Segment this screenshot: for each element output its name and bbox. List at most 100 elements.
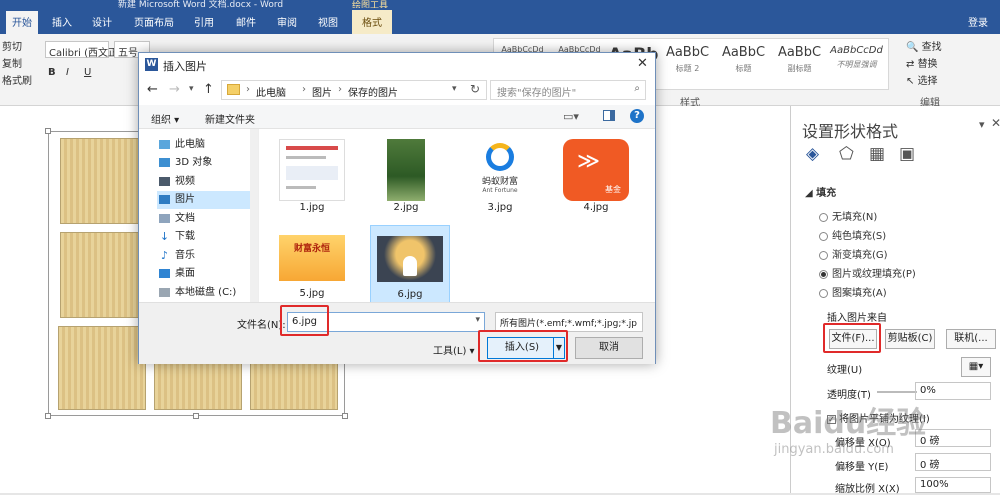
scale-x-input[interactable]: 100% [915,477,991,493]
online-button[interactable]: 联机(... [946,329,996,349]
fill-line-icon[interactable]: ◈ [806,144,819,164]
font-name-select[interactable]: Calibri (西文正 [45,41,118,59]
tab-references[interactable]: 引用 [194,14,214,29]
gradient-fill-radio[interactable]: 渐变填充(G) [819,246,888,261]
tab-layout[interactable]: 页面布局 [134,14,174,29]
tab-format[interactable]: 格式 [352,10,392,35]
picture-icon[interactable]: ▣ [899,144,915,164]
thumbnail-ant-fortune: 蚂蚁财富 Ant Fortune [467,139,533,201]
refresh-icon[interactable]: ↻ [470,82,480,96]
search-input[interactable]: 搜索"保存的图片" ⌕ [490,80,646,100]
layout-properties-icon[interactable]: ▦ [869,144,885,164]
replace-button[interactable]: ⇄ 替换 [906,55,938,70]
transparency-slider[interactable] [877,391,917,393]
underline-button[interactable]: U [84,67,91,78]
style-subtitle[interactable]: AaBbC 副标题 [771,39,828,87]
close-icon[interactable]: ✕ [637,56,648,71]
breadcrumb-item[interactable]: 此电脑 [256,84,286,99]
replace-label: 替换 [917,59,938,70]
nav-item-downloads[interactable]: ↓ 下载 [157,228,257,246]
filename-input[interactable]: 6.jpg ▾ [287,312,485,332]
help-icon[interactable]: ? [630,109,644,123]
login-link[interactable]: 登录 [968,14,988,29]
style-title[interactable]: AaBbC 标题 [715,39,772,87]
no-fill-radio[interactable]: 无填充(N) [819,208,877,223]
file-item[interactable]: 财富永恒 5.jpg [272,225,352,303]
pattern-fill-radio[interactable]: 图案填充(A) [819,284,887,299]
nav-item-pictures[interactable]: 图片 [157,191,257,209]
breadcrumb-item[interactable]: 保存的图片 [348,84,398,99]
nav-item-documents[interactable]: 文档 [157,210,257,228]
cut-button[interactable]: 剪切 [2,38,22,53]
tab-mailings[interactable]: 邮件 [236,14,256,29]
tab-home[interactable]: 开始 [6,11,38,35]
file-item-selected[interactable]: 6.jpg [370,225,450,303]
style-name: 标题 2 [675,64,700,73]
address-dropdown-icon[interactable]: ▾ [452,84,457,94]
nav-item-desktop[interactable]: 桌面 [157,265,257,283]
nav-label: 视频 [175,176,195,187]
nav-scrollbar[interactable] [250,129,258,302]
insert-button[interactable]: 插入(S) [487,337,557,359]
style-heading-2[interactable]: AaBbC 标题 2 [659,39,716,87]
format-painter-button[interactable]: 格式刷 [2,72,32,87]
textured-tile[interactable] [250,362,338,410]
insert-dropdown-icon[interactable]: ▼ [553,337,565,359]
breadcrumb-item[interactable]: 图片 [312,84,332,99]
tile-checkbox[interactable]: ✓ 将图片平铺为纹理(I) [827,410,930,425]
tab-review[interactable]: 审阅 [277,14,297,29]
file-item[interactable]: 2.jpg [366,133,446,213]
offset-y-value: 0 磅 [920,460,940,471]
select-button[interactable]: ↖ 选择 [906,72,938,87]
view-options-icon[interactable]: ▭▾ [563,110,579,123]
nav-item-videos[interactable]: 视频 [157,173,257,191]
resize-handle[interactable] [45,413,51,419]
close-icon[interactable]: ✕ [991,116,1000,130]
new-folder-button[interactable]: 新建文件夹 [205,111,255,126]
fill-section-header[interactable]: ◢ 填充 [805,184,836,199]
nav-item-this-pc[interactable]: 此电脑 [157,136,257,154]
pane-menu-icon[interactable]: ▾ [979,118,985,131]
preview-pane-icon[interactable] [603,110,615,121]
picture-fill-radio[interactable]: 图片或纹理填充(P) [819,265,916,280]
italic-button[interactable]: I [66,67,69,78]
textured-tile[interactable] [58,326,146,410]
transparency-input[interactable]: 0% [915,382,991,400]
clipboard-button[interactable]: 剪贴板(C) [885,329,935,349]
style-preview: AaBbC [777,45,822,60]
find-button[interactable]: 🔍 查找 [906,38,942,53]
nav-item-local-disk[interactable]: 本地磁盘 (C:) [157,284,257,302]
style-subtle-emphasis[interactable]: AaBbCcDd 不明显强调 [828,39,885,87]
tab-design[interactable]: 设计 [92,14,112,29]
resize-handle[interactable] [342,413,348,419]
offset-x-input[interactable]: 0 磅 [915,429,991,447]
file-item[interactable]: 1.jpg [272,133,352,213]
organize-button[interactable]: 组织 ▾ [151,111,179,126]
resize-handle[interactable] [193,413,199,419]
textured-tile[interactable] [154,362,242,410]
tab-view[interactable]: 视图 [318,14,338,29]
effects-icon[interactable]: ⬠ [839,144,854,164]
resize-handle[interactable] [45,128,51,134]
tab-insert[interactable]: 插入 [52,14,72,29]
up-icon[interactable]: ↑ [203,82,214,97]
file-type-select[interactable]: 所有图片(*.emf;*.wmf;*.jpg;*.jp [495,312,643,332]
tools-menu[interactable]: 工具(L) ▾ [433,342,475,357]
nav-item-3d-objects[interactable]: 3D 对象 [157,154,257,172]
back-icon[interactable]: ← [147,82,158,97]
file-item[interactable]: ≫ 基金 4.jpg [556,133,636,213]
bold-button[interactable]: B [48,67,56,78]
file-button[interactable]: 文件(F)... [829,329,877,349]
solid-fill-radio[interactable]: 纯色填充(S) [819,227,886,242]
copy-button[interactable]: 复制 [2,55,22,70]
recent-dropdown-icon[interactable]: ▾ [189,84,194,94]
offset-y-input[interactable]: 0 磅 [915,453,991,471]
textured-tile[interactable] [60,232,140,318]
file-item[interactable]: 蚂蚁财富 Ant Fortune 3.jpg [460,133,540,213]
texture-picker[interactable]: ▦▾ [961,357,991,377]
textured-tile[interactable] [60,138,140,224]
forward-icon[interactable]: → [169,82,180,97]
cancel-button[interactable]: 取消 [575,337,643,359]
address-bar[interactable]: › 此电脑 › 图片 › 保存的图片 ▾ ↻ [221,80,487,100]
nav-item-music[interactable]: ♪ 音乐 [157,247,257,265]
